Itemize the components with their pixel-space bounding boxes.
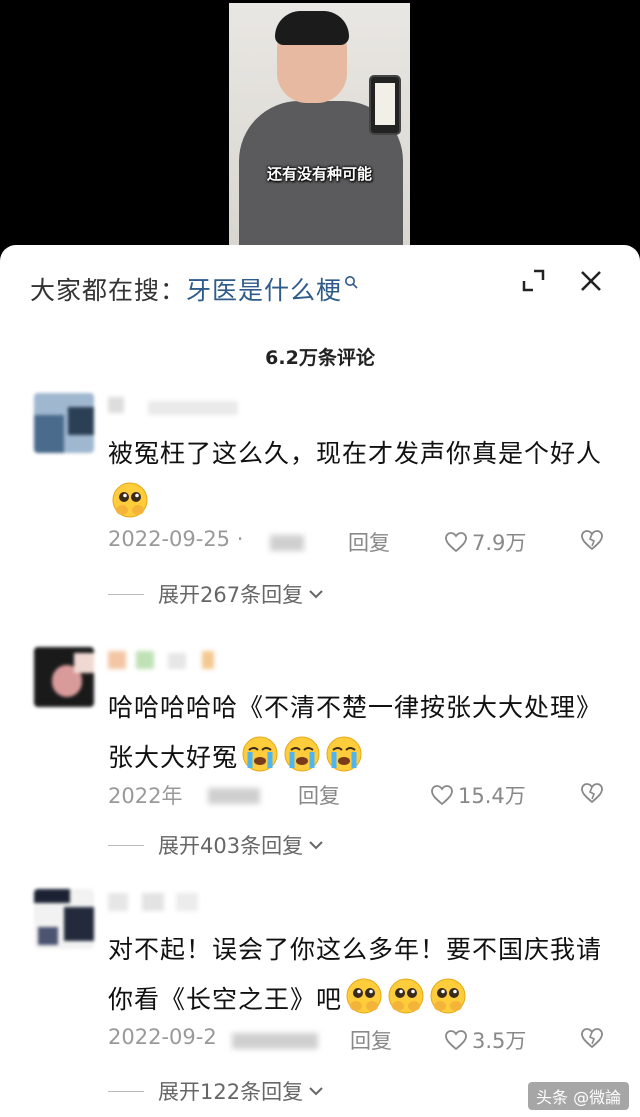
watermark: 头条 @微論 [528,1082,630,1110]
location-blur [232,1033,318,1049]
crying-face-icon [326,736,362,772]
comment-text: 对不起！误会了你这么多年！要不国庆我请你看《长空之王》吧 [108,935,603,1014]
expand-replies-label: 展开267条回复 [158,583,304,607]
location-blur [208,788,260,804]
heart-icon [445,1030,467,1051]
username[interactable] [108,651,228,669]
like-count: 15.4万 [458,784,526,808]
reply-button[interactable]: 回复 [348,527,390,557]
person-hair [275,11,349,45]
pleading-face-icon [346,978,382,1014]
chevron-down-icon [309,590,323,599]
reply-button[interactable]: 回复 [298,780,340,810]
avatar[interactable] [34,889,94,949]
like-count: 7.9万 [472,531,527,555]
expand-replies[interactable]: 展开122条回复 [108,1076,325,1106]
search-prefix: 大家都在搜： [30,276,187,305]
comment-date: 2022年 [108,784,183,808]
video-frame: 还有没有种可能 [229,3,410,262]
username[interactable] [108,397,248,415]
username[interactable] [108,893,218,911]
like-button[interactable]: 7.9万 [444,527,526,557]
search-suggestion[interactable]: 大家都在搜：牙医是什么梗 [30,271,360,307]
fullscreen-icon[interactable] [520,267,548,295]
like-count: 3.5万 [472,1029,527,1053]
video-caption: 还有没有种可能 [266,165,372,183]
location-blur [270,535,304,551]
chevron-down-icon [309,1087,323,1096]
comment-count: 6.2万条评论 [265,347,375,369]
comment-meta: 2022-09-2 回复 3.5万 [108,1025,608,1055]
divider [108,593,144,595]
comment-date: 2022-09-2 [108,1025,217,1049]
heart-icon [445,532,467,553]
pleading-face-icon [112,482,148,518]
dislike-icon[interactable] [580,1027,604,1049]
comment-sheet: 大家都在搜：牙医是什么梗 6.2万条评论 被冤枉了这么久，现在才发声你真是个好人… [0,245,640,1117]
reply-button[interactable]: 回复 [350,1025,392,1055]
video-player[interactable]: 还有没有种可能 [0,0,640,262]
divider [108,1090,144,1092]
avatar[interactable] [34,393,94,453]
search-term-link[interactable]: 牙医是什么梗 [186,276,342,305]
like-button[interactable]: 15.4万 [430,780,526,810]
expand-replies[interactable]: 展开267条回复 [108,579,325,609]
crying-face-icon [242,736,278,772]
comment-meta: 2022-09-25 · 回复 7.9万 [108,527,608,557]
search-icon[interactable] [344,275,360,291]
expand-replies-label: 展开122条回复 [158,1080,304,1104]
comment-date: 2022-09-25 · [108,527,244,551]
expand-replies-label: 展开403条回复 [158,834,304,858]
heart-icon [431,785,453,806]
comment-text: 哈哈哈哈哈《不清不楚一律按张大大处理》 张大大好冤 [108,693,603,772]
dislike-icon[interactable] [580,529,604,551]
close-icon[interactable] [577,267,605,295]
avatar[interactable] [34,647,94,707]
dislike-icon[interactable] [580,782,604,804]
like-button[interactable]: 3.5万 [444,1025,526,1055]
chevron-down-icon [309,841,323,850]
crying-face-icon [284,736,320,772]
pleading-face-icon [388,978,424,1014]
divider [108,844,144,846]
expand-replies[interactable]: 展开403条回复 [108,830,325,860]
comment-meta: 2022年 回复 15.4万 [108,780,608,810]
comment-text: 被冤枉了这么久，现在才发声你真是个好人 [108,429,608,529]
phone-image [369,75,401,135]
pleading-face-icon [430,978,466,1014]
